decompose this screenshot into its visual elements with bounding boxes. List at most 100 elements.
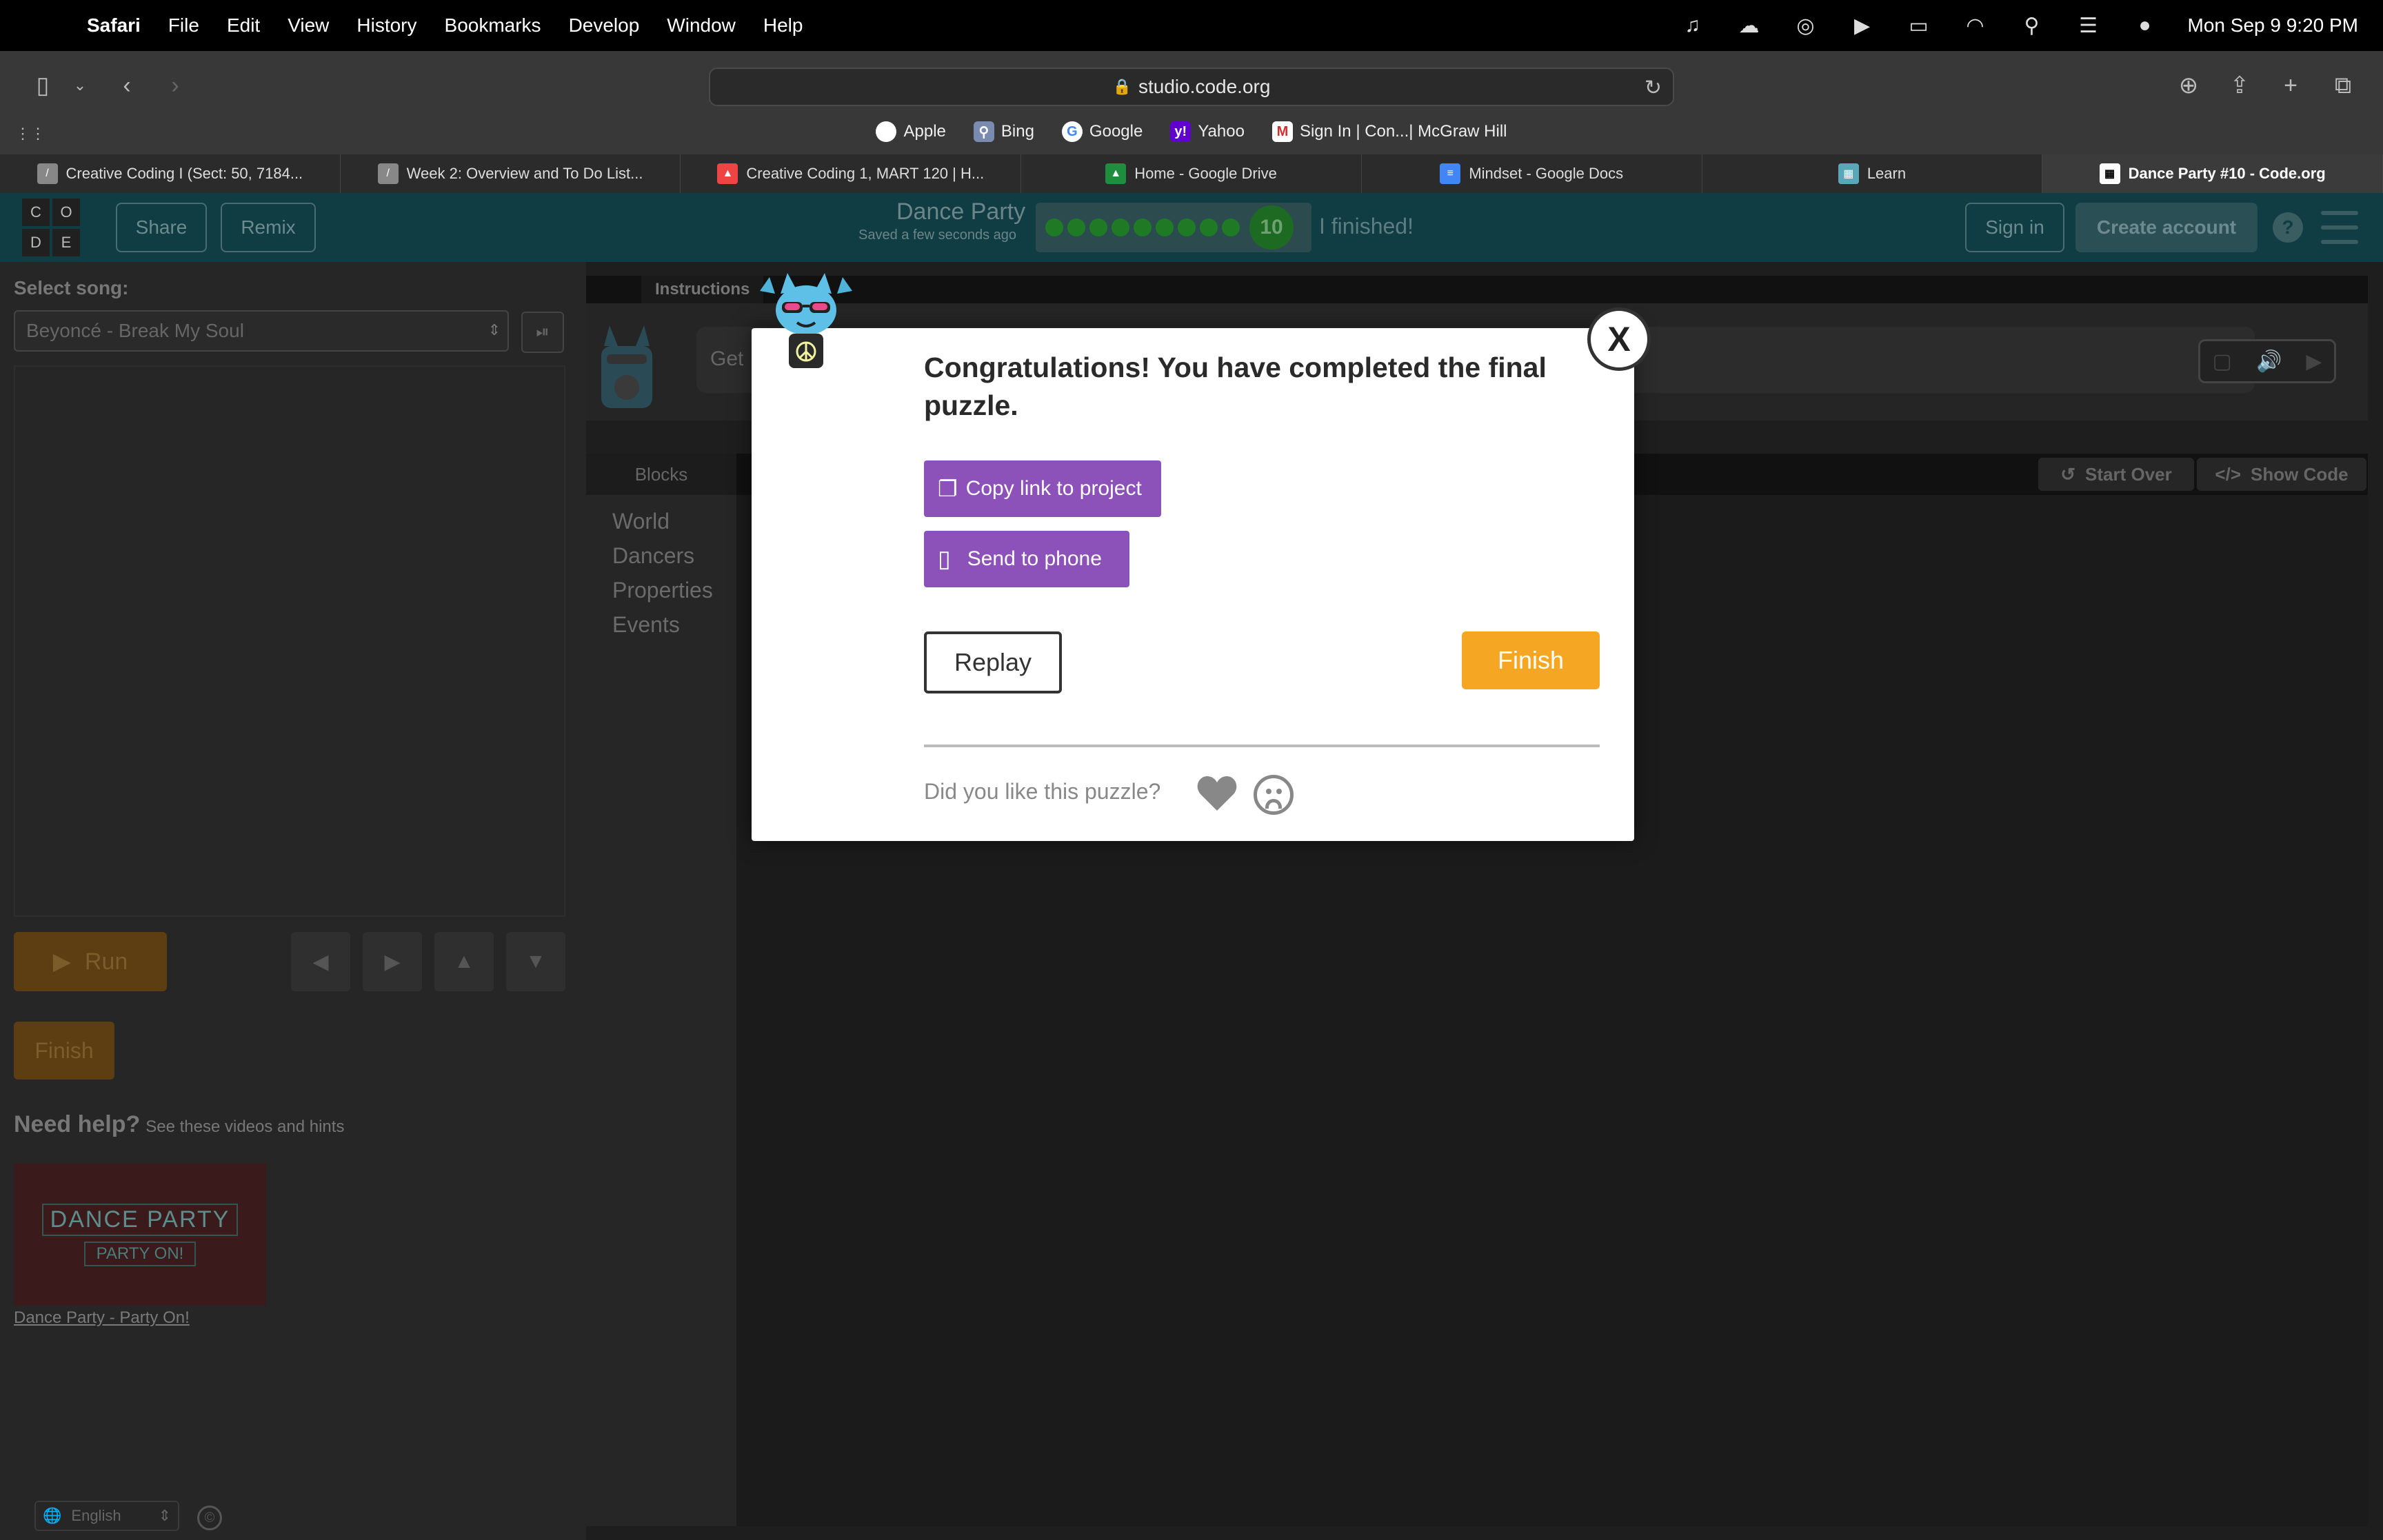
instructions-label: Instructions	[641, 276, 764, 303]
heart-icon[interactable]	[1197, 775, 1237, 812]
arrow-down-button[interactable]: ▼	[506, 932, 565, 991]
menu-bookmarks[interactable]: Bookmarks	[445, 14, 541, 37]
menu-help[interactable]: Help	[763, 14, 803, 37]
code-org-logo[interactable]: C O D E	[22, 199, 80, 256]
show-code-button[interactable]: </> Show Code	[2197, 458, 2366, 491]
level-dot[interactable]	[1156, 219, 1174, 236]
favorite-mcgraw-hill[interactable]: M Sign In | Con...| McGraw Hill	[1271, 121, 1507, 142]
tab-learn[interactable]: ▦ Learn	[1702, 154, 2043, 193]
finish-button[interactable]: Finish	[1462, 631, 1600, 689]
level-dot[interactable]	[1134, 219, 1152, 236]
cloud-icon[interactable]: ☁	[1736, 12, 1763, 39]
start-over-button[interactable]: ↺ Start Over	[2038, 458, 2194, 491]
copyright-icon[interactable]: ©	[197, 1506, 222, 1530]
favorite-yahoo[interactable]: y! Yahoo	[1170, 121, 1245, 142]
completion-dialog: Congratulations! You have completed the …	[752, 328, 1634, 841]
favorite-google[interactable]: G Google	[1061, 121, 1143, 142]
play-icon[interactable]: ▶	[1849, 12, 1876, 39]
chevron-down-icon[interactable]: ⌄	[63, 69, 97, 102]
menu-app-name[interactable]: Safari	[87, 14, 141, 37]
tab-google-drive[interactable]: ▲ Home - Google Drive	[1021, 154, 1362, 193]
url-text: studio.code.org	[1138, 76, 1271, 97]
video-link[interactable]: Dance Party - Party On!	[14, 1308, 190, 1328]
favorite-bing[interactable]: ⚲ Bing	[973, 121, 1034, 142]
send-to-phone-button[interactable]: ▯ Send to phone	[924, 531, 1129, 587]
menu-edit[interactable]: Edit	[227, 14, 260, 37]
share-button[interactable]: Share	[116, 203, 207, 252]
address-bar[interactable]: 🔒 studio.code.org ↻	[709, 68, 1674, 106]
play-pause-song-button[interactable]: ⏯	[521, 312, 564, 353]
reload-icon[interactable]: ↻	[1645, 76, 1662, 100]
finish-button-disabled[interactable]: Finish	[14, 1022, 114, 1080]
lock-icon: 🔒	[1112, 78, 1132, 95]
hamburger-menu-icon[interactable]	[2321, 211, 2358, 244]
level-dot[interactable]	[1067, 219, 1085, 236]
project-title: Dance Party	[896, 199, 1026, 225]
select-arrows-icon: ⇕	[487, 321, 501, 338]
creative-cloud-icon[interactable]: ◎	[1792, 12, 1820, 39]
wifi-icon[interactable]: ◠	[1962, 12, 1989, 39]
tab-creative-coding-mart[interactable]: ▲ Creative Coding 1, MART 120 | H...	[681, 154, 1022, 193]
video-thumbnail[interactable]: DANCE PARTY PARTY ON!	[14, 1164, 266, 1306]
remix-button[interactable]: Remix	[221, 203, 316, 252]
i-finished-link[interactable]: I finished!	[1319, 214, 1414, 239]
menu-datetime[interactable]: Mon Sep 9 9:20 PM	[2188, 14, 2358, 37]
help-icon[interactable]: ?	[2273, 212, 2303, 243]
siri-icon[interactable]: ●	[2131, 12, 2159, 39]
current-level[interactable]: 10	[1249, 205, 1294, 250]
menu-history[interactable]: History	[356, 14, 416, 37]
level-dot[interactable]	[1089, 219, 1107, 236]
forward-icon[interactable]: ›	[159, 69, 192, 102]
macos-menu-bar: Safari File Edit View History Bookmarks …	[0, 0, 2383, 51]
copy-link-button[interactable]: ❐ Copy link to project	[924, 460, 1161, 517]
apple-menu-icon[interactable]	[25, 12, 62, 39]
control-center-icon[interactable]: ☰	[2075, 12, 2102, 39]
tab-google-docs[interactable]: ≡ Mindset - Google Docs	[1362, 154, 1702, 193]
favorite-apple[interactable]: Apple	[876, 121, 946, 142]
level-dot[interactable]	[1222, 219, 1240, 236]
menu-develop[interactable]: Develop	[569, 14, 640, 37]
arrow-right-button[interactable]: ▶	[363, 932, 422, 991]
battery-icon[interactable]: ▭	[1905, 12, 1933, 39]
dialog-title: Congratulations! You have completed the …	[924, 352, 1547, 421]
sign-in-button[interactable]: Sign in	[1965, 203, 2064, 252]
block-toolbox: World Dancers Properties Events	[586, 495, 736, 1526]
downloads-icon[interactable]: ⊕	[2172, 69, 2205, 102]
tab-week-2-overview[interactable]: / Week 2: Overview and To Do List...	[341, 154, 681, 193]
new-tab-icon[interactable]: +	[2274, 69, 2307, 102]
code-icon: </>	[2215, 463, 2242, 485]
close-dialog-button[interactable]: X	[1587, 307, 1651, 371]
category-world[interactable]: World	[612, 509, 670, 534]
instructions-bot-icon	[601, 325, 652, 408]
select-arrows-icon: ⇕	[158, 1507, 171, 1524]
category-properties[interactable]: Properties	[612, 578, 713, 603]
tab-dance-party[interactable]: ▦ Dance Party #10 - Code.org	[2042, 154, 2383, 193]
share-icon[interactable]: ⇪	[2223, 69, 2256, 102]
level-dot[interactable]	[1045, 219, 1063, 236]
arrow-up-button[interactable]: ▲	[434, 932, 494, 991]
menu-window[interactable]: Window	[667, 14, 736, 37]
volume-icon[interactable]: 🔊	[2256, 349, 2282, 374]
category-events[interactable]: Events	[612, 612, 680, 638]
menu-view[interactable]: View	[288, 14, 329, 37]
music-icon[interactable]: ♫	[1679, 12, 1707, 39]
sad-face-icon[interactable]	[1254, 775, 1294, 815]
search-icon[interactable]: ⚲	[2018, 12, 2046, 39]
language-select[interactable]: 🌐 English ⇕	[34, 1501, 179, 1531]
back-icon[interactable]: ‹	[110, 69, 143, 102]
category-dancers[interactable]: Dancers	[612, 543, 694, 569]
arrow-left-button[interactable]: ◀	[291, 932, 350, 991]
menu-file[interactable]: File	[168, 14, 199, 37]
create-account-button[interactable]: Create account	[2075, 203, 2258, 252]
tab-overview-icon[interactable]: ⧉	[2326, 69, 2360, 102]
tab-creative-coding-section[interactable]: / Creative Coding I (Sect: 50, 7184...	[0, 154, 341, 193]
replay-button[interactable]: Replay	[924, 631, 1062, 693]
level-dot[interactable]	[1200, 219, 1218, 236]
text-to-speech-icon[interactable]: ▢	[2213, 349, 2232, 374]
level-dot[interactable]	[1178, 219, 1196, 236]
run-button[interactable]: ▶ Run	[14, 932, 167, 991]
play-audio-icon[interactable]: ▶	[2306, 349, 2322, 374]
song-select[interactable]: Beyoncé - Break My Soul ⇕	[14, 310, 509, 352]
sidebar-toggle-icon[interactable]: ▯	[26, 69, 59, 102]
level-dot[interactable]	[1112, 219, 1129, 236]
